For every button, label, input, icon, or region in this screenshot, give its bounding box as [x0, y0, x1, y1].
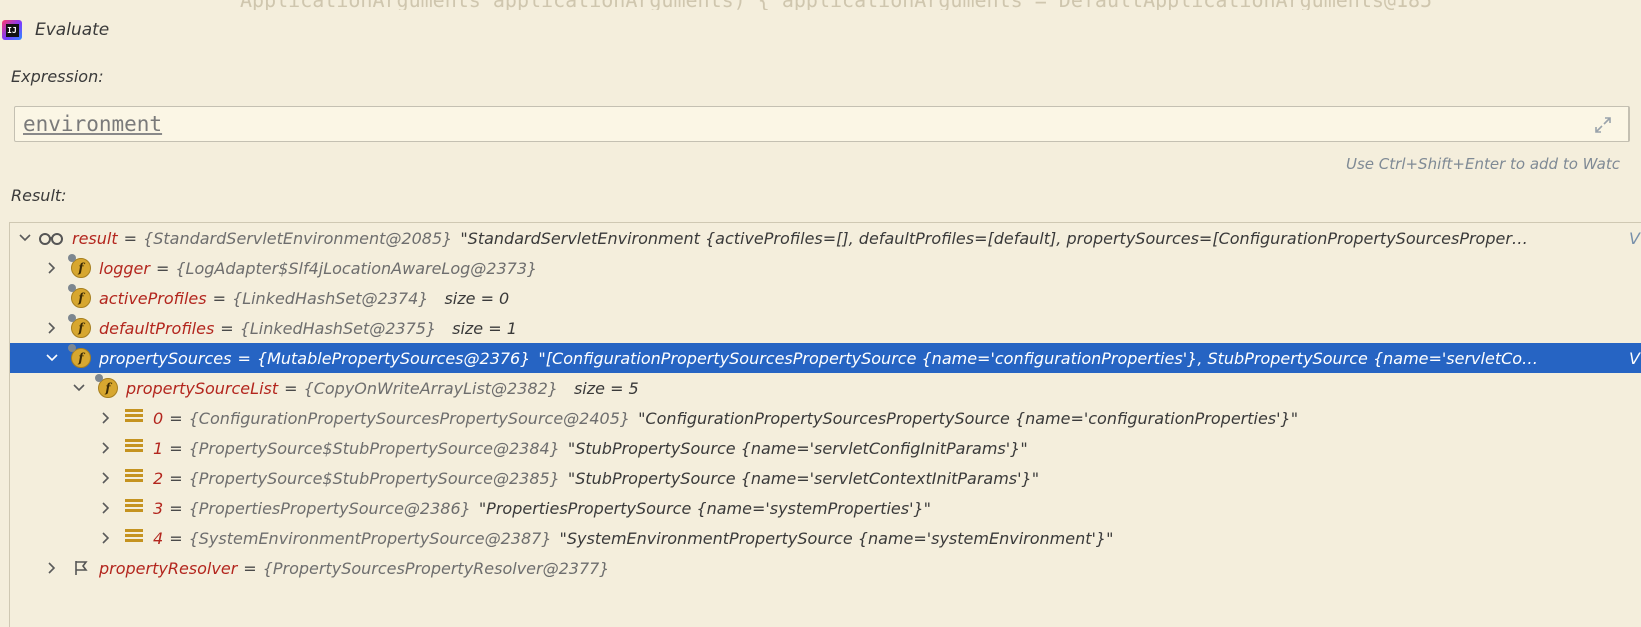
tree-row-string: "StubPropertySource {name='servletConfig… — [567, 438, 1028, 458]
equals-sign: = — [169, 408, 183, 428]
tree-row[interactable]: 2 = {PropertySource$StubPropertySource@238… — [10, 463, 1641, 493]
background-editor-code: ApplicationArguments applicationArgument… — [240, 0, 1432, 10]
view-link[interactable]: V — [1629, 349, 1641, 368]
equals-sign: = — [155, 258, 170, 278]
tree-row[interactable]: result = {StandardServletEnvironment@2085}… — [10, 223, 1641, 253]
chevron-right-icon[interactable] — [99, 501, 113, 515]
tree-row-name: logger — [99, 258, 150, 278]
tree-row-name: 4 — [153, 528, 164, 548]
tree-row[interactable]: f propertySources = {MutablePropertySources… — [10, 343, 1641, 373]
tree-row-string: "StandardServletEnvironment {activeProfi… — [460, 228, 1528, 248]
array-item-icon — [125, 408, 145, 428]
field-icon: f — [95, 374, 118, 398]
equals-sign: = — [243, 558, 257, 578]
equals-sign: = — [169, 498, 183, 518]
tree-row-value: {PropertiesPropertySource@2386} — [188, 498, 471, 518]
result-label: Result: — [11, 186, 67, 205]
dialog-title: Evaluate — [35, 20, 110, 40]
tree-row-value: {PropertySourcesPropertyResolver@2377} — [262, 558, 610, 578]
expression-label: Expression: — [11, 67, 104, 86]
tree-row-value: {SystemEnvironmentPropertySource@2387} — [188, 528, 552, 548]
chevron-right-icon[interactable] — [99, 441, 113, 455]
tree-row[interactable]: f propertySourceList = {CopyOnWriteArrayLis… — [10, 373, 1641, 403]
tree-row-string: "ConfigurationPropertySourcesPropertySou… — [638, 408, 1299, 428]
tree-row-name: 2 — [153, 468, 164, 488]
tree-row[interactable]: f activeProfiles = {LinkedHashSet@2374} size… — [10, 283, 1641, 313]
equals-sign: = — [237, 348, 251, 368]
tree-row[interactable]: 4 = {SystemEnvironmentPropertySource@2387}… — [10, 523, 1641, 553]
tree-row-string: "StubPropertySource {name='servletContex… — [567, 468, 1040, 488]
tree-row-name: 1 — [153, 438, 164, 458]
array-item-icon — [125, 468, 145, 488]
tree-row-value: {MutablePropertySources@2376} — [256, 348, 531, 368]
equals-sign: = — [284, 378, 298, 398]
tree-row-string: "SystemEnvironmentPropertySource {name='… — [559, 528, 1114, 548]
tree-row-value: {StandardServletEnvironment@2085} — [143, 228, 453, 248]
array-item-icon — [125, 498, 145, 518]
chevron-right-icon[interactable] — [45, 561, 59, 575]
tree-row-name: propertySourceList — [126, 378, 279, 398]
equals-sign: = — [212, 288, 227, 308]
view-link[interactable]: V — [1629, 229, 1641, 248]
chevron-right-icon[interactable] — [99, 411, 113, 425]
equals-sign: = — [169, 528, 183, 548]
equals-sign: = — [220, 318, 234, 338]
tree-row-name: defaultProfiles — [99, 318, 215, 338]
watch-glasses-icon — [38, 228, 64, 248]
chevron-right-icon[interactable] — [99, 471, 113, 485]
tree-row-name: 0 — [153, 408, 164, 428]
tree-row[interactable]: propertyResolver = {PropertySourcesPropert… — [10, 553, 1641, 583]
chevron-down-icon[interactable] — [45, 351, 59, 365]
tree-row-size: size = 0 — [444, 288, 510, 308]
tree-row-value: {LinkedHashSet@2374} — [232, 288, 429, 308]
tree-row[interactable]: 3 = {PropertiesPropertySource@2386} "Proper… — [10, 493, 1641, 523]
field-icon: f — [68, 284, 91, 308]
tree-row-string: "[ConfigurationPropertySourcesPropertySo… — [538, 348, 1539, 368]
result-tree[interactable]: result = {StandardServletEnvironment@2085}… — [9, 222, 1641, 627]
tree-row-name: propertySources — [99, 348, 232, 368]
chevron-right-icon[interactable] — [45, 261, 59, 275]
chevron-placeholder — [45, 291, 59, 305]
equals-sign: = — [169, 468, 183, 488]
dialog-title-bar[interactable]: IJ Evaluate — [0, 10, 1641, 50]
chevron-right-icon[interactable] — [99, 531, 113, 545]
chevron-down-icon[interactable] — [18, 231, 32, 245]
field-icon: f — [68, 344, 91, 368]
array-item-icon — [125, 528, 145, 548]
flag-icon — [71, 558, 91, 578]
tree-row-name: activeProfiles — [99, 288, 207, 308]
equals-sign: = — [123, 228, 138, 248]
tree-row-string: "PropertiesPropertySource {name='systemP… — [478, 498, 932, 518]
expand-editor-icon[interactable] — [1593, 115, 1613, 135]
tree-row-value: {LogAdapter$Slf4jLocationAwareLog@2373} — [175, 258, 538, 278]
expression-text[interactable]: environment — [23, 112, 162, 136]
intellij-logo-icon: IJ — [2, 20, 22, 40]
tree-row-size: size = 1 — [452, 318, 517, 338]
tree-row-value: {CopyOnWriteArrayList@2382} — [303, 378, 558, 398]
field-icon: f — [68, 314, 91, 338]
watch-hint: Use Ctrl+Shift+Enter to add to Watc — [1346, 155, 1620, 173]
expression-dropdown-edge[interactable] — [1628, 106, 1641, 142]
equals-sign: = — [169, 438, 183, 458]
chevron-right-icon[interactable] — [45, 321, 59, 335]
tree-row-value: {LinkedHashSet@2375} — [239, 318, 437, 338]
tree-row-value: {ConfigurationPropertySourcesPropertySou… — [188, 408, 631, 428]
tree-row-value: {PropertySource$StubPropertySource@2385} — [188, 468, 560, 488]
tree-row[interactable]: f logger = {LogAdapter$Slf4jLocationAwareLo… — [10, 253, 1641, 283]
tree-row-name: propertyResolver — [99, 558, 238, 578]
tree-row-value: {PropertySource$StubPropertySource@2384} — [188, 438, 560, 458]
tree-row[interactable]: 1 = {PropertySource$StubPropertySource@238… — [10, 433, 1641, 463]
field-icon: f — [68, 254, 91, 278]
tree-row-name: result — [72, 228, 118, 248]
chevron-down-icon[interactable] — [72, 381, 86, 395]
array-item-icon — [125, 438, 145, 458]
expression-input[interactable]: environment — [14, 106, 1630, 142]
tree-row[interactable]: 0 = {ConfigurationPropertySourcesPropertyS… — [10, 403, 1641, 433]
tree-row-size: size = 5 — [573, 378, 639, 398]
tree-row-name: 3 — [153, 498, 164, 518]
tree-row[interactable]: f defaultProfiles = {LinkedHashSet@2375} siz… — [10, 313, 1641, 343]
